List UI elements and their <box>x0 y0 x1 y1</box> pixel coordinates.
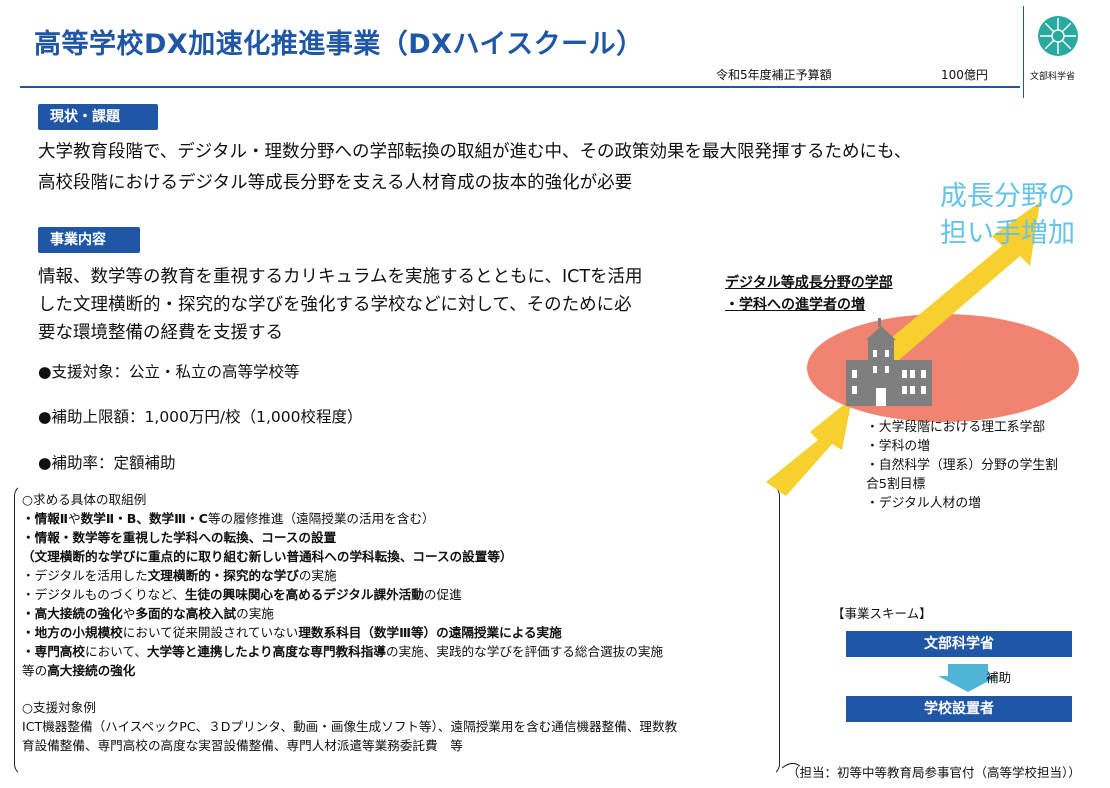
scheme-mext-box: 文部科学省 <box>846 631 1072 657</box>
scheme-subsidy-label: 補助 <box>986 670 1012 685</box>
scheme-school-founder-box: 学校設置者 <box>846 696 1072 722</box>
university-stage-list: ・大学段階における理工系学部 ・学科の増 ・自然科学（理系）分野の学生割 合5割… <box>866 420 1058 511</box>
lower-yellow-arrow <box>766 398 852 496</box>
growth-diagram <box>766 202 1079 769</box>
contact-footer: （担当：初等中等教育局参事官付（高等学校担当）） <box>787 765 1081 780</box>
scheme-title: 【事業スキーム】 <box>832 606 932 621</box>
growth-field-text: 成長分野の 担い手増加 <box>940 181 1075 249</box>
digital-faculty-heading: デジタル等成長分野の学部 ・学科への進学者の増 <box>725 275 893 313</box>
